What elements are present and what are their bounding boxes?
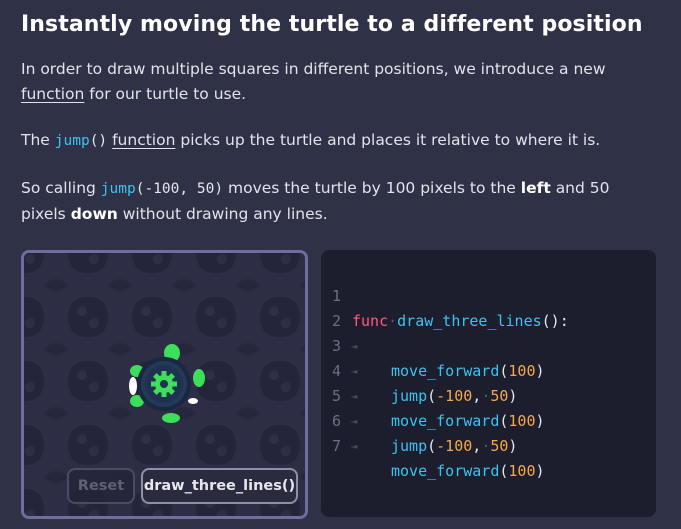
code-line-6: 6 ⇥ move_forward(100) — [321, 384, 656, 480]
jump-text-end: picks up the turtle and places it relati… — [180, 131, 601, 149]
intro-text-end: for our turtle to use. — [89, 85, 247, 103]
jump-call-sep: , — [179, 181, 197, 197]
code-line-5: 5 ⇥ jump(-100,·50) — [321, 359, 656, 455]
turtle-icon — [129, 344, 205, 423]
reset-button[interactable]: Reset — [67, 468, 135, 504]
calling-text-end: without drawing any lines. — [122, 205, 328, 223]
page-title: Instantly moving the turtle to a differe… — [21, 12, 643, 37]
gear-icon — [151, 371, 177, 397]
intro-text: In order to draw multiple squares in dif… — [21, 60, 606, 78]
calling-text: So calling — [21, 179, 96, 197]
comma: , — [472, 437, 482, 455]
jump-code-name: jump — [54, 133, 90, 149]
run-function-button[interactable]: draw_three_lines() — [141, 468, 298, 504]
calling-paragraph: So calling jump(-100, 50) moves the turt… — [21, 176, 661, 227]
code-text: move_forward(100) — [391, 459, 545, 484]
code-text: jump(-100,·50) — [391, 434, 517, 459]
jump-paragraph: The jump() function picks up the turtle … — [21, 128, 661, 154]
jump-text: The — [21, 131, 50, 149]
intro-paragraph: In order to draw multiple squares in dif… — [21, 57, 661, 107]
line-number: 7 — [332, 437, 342, 455]
paren-close: ) — [508, 437, 518, 455]
function-link[interactable]: function — [21, 85, 84, 103]
code-editor[interactable]: 1 func·draw_three_lines(): 2 ⇥ move_forw… — [321, 250, 656, 517]
code-line-4: 4 ⇥ move_forward(100) — [321, 334, 656, 430]
space-dot: · — [481, 437, 491, 455]
calling-text-mid2: and 50 — [555, 179, 610, 197]
down-bold: down — [70, 205, 118, 223]
number-arg: 100 — [508, 462, 536, 480]
code-line-2: 2 ⇥ move_forward(100) — [321, 284, 656, 380]
turtle-canvas-panel: Reset draw_three_lines() — [21, 250, 308, 519]
jump-call-arg1: -100 — [144, 181, 180, 197]
call-name: jump — [391, 437, 428, 455]
calling-text-line2: pixels — [21, 205, 66, 223]
jump-code: jump() — [55, 133, 107, 149]
code-line-3: 3 ⇥ jump(-100,·50) — [321, 309, 656, 405]
jump-call-arg2: 50 — [196, 181, 215, 197]
code-line-1: 1 func·draw_three_lines(): — [321, 259, 656, 330]
paren-open: ( — [427, 437, 437, 455]
paren-close: ) — [535, 462, 545, 480]
jump-call-code: jump(-100, 50) — [101, 181, 223, 197]
jump-call-close: ) — [214, 181, 224, 197]
number-arg: -100 — [436, 437, 473, 455]
call-name: move_forward — [391, 462, 500, 480]
code-line-7: 7 — [321, 409, 656, 455]
function-link-2[interactable]: function — [112, 131, 175, 149]
calling-text-mid: moves the turtle by 100 pixels to the — [227, 179, 516, 197]
left-bold: left — [520, 179, 551, 197]
jump-code-parens: () — [89, 133, 108, 149]
number-arg: 50 — [490, 437, 509, 455]
jump-call-name: jump — [100, 181, 136, 197]
